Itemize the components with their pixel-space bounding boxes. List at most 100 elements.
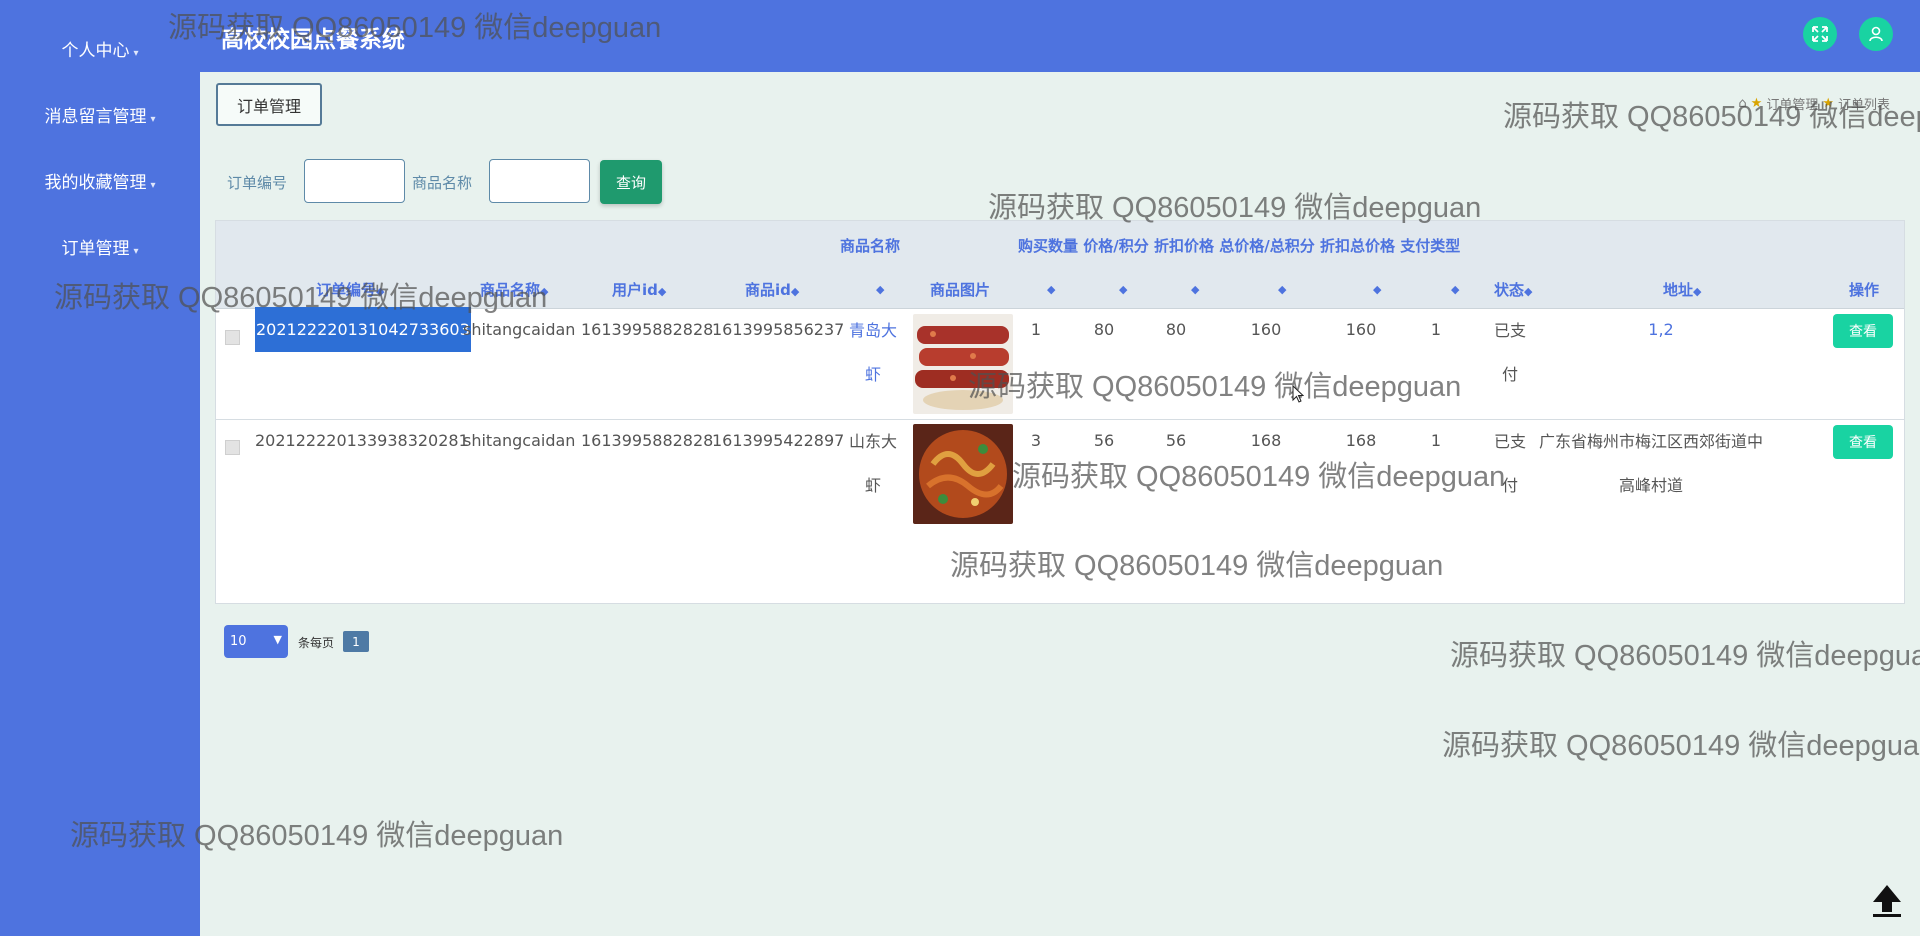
watermark: 源码获取 QQ86050149 微信deepguan — [54, 282, 548, 314]
column-header-pay-type: 支付类型 — [1400, 237, 1461, 255]
sidebar-item-label: 个人中心 — [61, 41, 130, 61]
sidebar-item-message-management[interactable]: 消息留言管理 ▾ — [0, 102, 200, 127]
fullscreen-button[interactable] — [1803, 17, 1837, 51]
watermark: 源码获取 QQ86050149 微信deepguan — [988, 192, 1482, 224]
sort-icon: ◆ — [657, 285, 667, 298]
cell-price: 56 — [1093, 431, 1115, 450]
column-header-actions: 操作 — [1849, 281, 1880, 299]
cell-order-no[interactable]: 20212222013104273360​3 — [255, 307, 471, 352]
column-header-user-id[interactable]: 用户id◆ — [612, 279, 666, 300]
sort-pay-type[interactable]: ◆ — [1451, 279, 1459, 297]
cell-qty: 3 — [1030, 431, 1042, 450]
cell-address: 广东省梅州市梅江区西郊街道中高峰村道 — [1538, 432, 1763, 495]
view-button[interactable]: 查看 — [1833, 314, 1893, 348]
sort-icon: ◆ — [1524, 285, 1533, 298]
sort-icon: ◆ — [1451, 283, 1460, 296]
sort-icon: ◆ — [1373, 283, 1382, 296]
cell-table-name: shitangcaidan — [463, 431, 576, 450]
cell-address: 1,2 — [1648, 320, 1674, 339]
sidebar-item-favorites-management[interactable]: 我的收藏管理 ▾ — [0, 168, 200, 193]
order-no-label: 订单编号 — [227, 174, 288, 192]
goods-image-spicy-shrimp — [913, 424, 1013, 524]
caret-down-icon: ▾ — [150, 180, 156, 191]
cell-table-name: shitangcaidan — [463, 320, 576, 339]
sort-icon: ◆ — [1278, 283, 1287, 296]
watermark: 源码获取 QQ86050149 微信deepguan — [1503, 101, 1920, 133]
row-checkbox[interactable] — [225, 440, 240, 455]
view-button[interactable]: 查看 — [1833, 425, 1893, 459]
column-header-status[interactable]: 状态◆ — [1494, 279, 1532, 300]
sort-goods-name[interactable]: ◆ — [876, 279, 884, 297]
cell-goods-id: 1613995422897 — [712, 431, 845, 450]
search-button[interactable]: 查询 — [600, 160, 662, 204]
column-header-goods-id[interactable]: 商品id◆ — [745, 279, 799, 300]
sort-price[interactable]: ◆ — [1119, 279, 1127, 297]
column-header-total: 总价格/总积分 — [1219, 237, 1315, 255]
sidebar: 个人中心 ▾ 消息留言管理 ▾ 我的收藏管理 ▾ 订单管理 ▾ — [0, 0, 200, 936]
order-no-input[interactable] — [304, 159, 405, 203]
chevron-down-icon: ▼ — [273, 633, 282, 646]
cell-order-no[interactable]: 20212222013393832028​1 — [255, 431, 469, 450]
cell-discount-price: 56 — [1165, 431, 1187, 450]
cell-qty: 1 — [1030, 320, 1042, 339]
page-number-button[interactable]: 1 — [343, 631, 369, 652]
mouse-cursor-icon — [1292, 385, 1304, 403]
watermark: 源码获取 QQ86050149 微信deepguan — [1442, 730, 1920, 762]
column-header-group: 购买数量 价格/积分 折扣价格 总价格/总积分 折扣总价格 支付类型 — [1018, 235, 1460, 256]
cell-price: 80 — [1093, 320, 1115, 339]
user-icon — [1869, 26, 1883, 42]
page-size-select[interactable]: 10 ▼ — [224, 625, 288, 658]
expand-icon — [1812, 26, 1828, 42]
sort-total[interactable]: ◆ — [1278, 279, 1286, 297]
sort-icon: ◆ — [1191, 283, 1200, 296]
sort-icon: ◆ — [1047, 283, 1056, 296]
cell-discount-price: 80 — [1165, 320, 1187, 339]
watermark: 源码获取 QQ86050149 微信deepguan — [168, 12, 662, 44]
cell-pay-type: 1 — [1430, 431, 1442, 450]
sort-discount-price[interactable]: ◆ — [1191, 279, 1199, 297]
goods-name-input[interactable] — [489, 159, 590, 203]
cell-total: 168 — [1250, 431, 1282, 450]
sort-qty[interactable]: ◆ — [1047, 279, 1055, 297]
caret-down-icon: ▾ — [133, 48, 139, 59]
watermark: 源码获取 QQ86050149 微信deepguan — [70, 820, 564, 852]
caret-down-icon: ▾ — [150, 114, 156, 125]
column-header-address[interactable]: 地址◆ — [1663, 279, 1701, 300]
cell-total: 160 — [1250, 320, 1282, 339]
cell-pay-type: 1 — [1430, 320, 1442, 339]
caret-down-icon: ▾ — [133, 246, 139, 257]
watermark: 源码获取 QQ86050149 微信deepguan — [968, 371, 1462, 403]
per-page-label: 条每页 — [298, 636, 335, 650]
cell-goods-name: 青岛大虾 — [848, 321, 897, 384]
cell-user-id: 1613995882828 — [581, 320, 714, 339]
sidebar-item-label: 订单管理 — [61, 239, 130, 259]
column-header-goods-image: 商品图片 — [930, 281, 991, 299]
cell-user-id: 1613995882828 — [581, 431, 714, 450]
column-header-goods-name: 商品名称 — [840, 237, 901, 255]
column-header-discount-total: 折扣总价格 — [1319, 237, 1395, 255]
row-checkbox[interactable] — [225, 330, 240, 345]
cell-status: 已支付 — [1493, 321, 1526, 384]
column-header-discount-price: 折扣价格 — [1153, 237, 1214, 255]
sidebar-item-label: 消息留言管理 — [44, 107, 147, 127]
goods-name-label: 商品名称 — [412, 174, 473, 192]
cell-discount-total: 168 — [1345, 431, 1377, 450]
sort-discount-total[interactable]: ◆ — [1373, 279, 1381, 297]
watermark: 源码获取 QQ86050149 微信deepguan — [1012, 461, 1506, 493]
cell-discount-total: 160 — [1345, 320, 1377, 339]
sort-icon: ◆ — [1693, 285, 1702, 298]
watermark: 源码获取 QQ86050149 微信deepguan — [950, 550, 1444, 582]
tab-order-management[interactable]: 订单管理 — [216, 83, 322, 126]
cell-goods-id: 1613995856237 — [712, 320, 845, 339]
sidebar-item-label: 我的收藏管理 — [44, 173, 147, 193]
sort-icon: ◆ — [1119, 283, 1128, 296]
sort-icon: ◆ — [790, 285, 800, 298]
sort-icon: ◆ — [876, 283, 885, 296]
watermark: 源码获取 QQ86050149 微信deepguan — [1450, 640, 1920, 672]
user-button[interactable] — [1859, 17, 1893, 51]
cell-goods-name: 山东大虾 — [848, 432, 897, 495]
sidebar-item-order-management[interactable]: 订单管理 ▾ — [0, 234, 200, 259]
column-header-qty: 购买数量 — [1018, 237, 1079, 255]
back-to-top-icon[interactable] — [1869, 882, 1905, 918]
column-header-price: 价格/积分 — [1083, 237, 1149, 255]
